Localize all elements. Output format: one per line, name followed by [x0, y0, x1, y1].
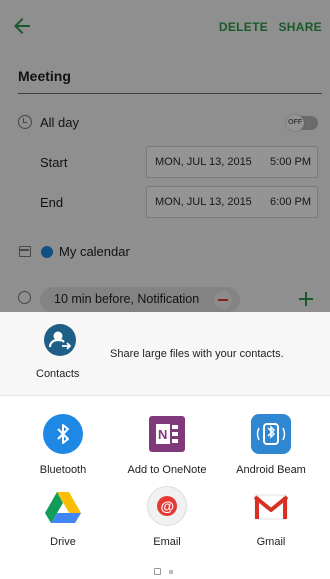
app-label: Gmail	[256, 536, 286, 548]
bluetooth-icon	[43, 414, 83, 454]
app-label: Add to OneNote	[127, 464, 207, 476]
app-label: Email	[153, 536, 181, 548]
app-label: Bluetooth	[39, 464, 87, 476]
page-dot-current	[154, 568, 161, 575]
contacts-share-icon[interactable]	[44, 324, 76, 356]
share-sheet: Contacts Share large files with your con…	[0, 312, 330, 579]
app-label: Drive	[50, 536, 76, 548]
onenote-icon: N	[147, 414, 187, 454]
share-target-email[interactable]: @ Email	[112, 486, 222, 566]
share-target-onenote[interactable]: N Add to OneNote	[112, 414, 222, 494]
svg-text:@: @	[161, 498, 175, 514]
share-target-drive[interactable]: Drive	[8, 486, 118, 566]
page-dot	[169, 570, 173, 574]
direct-share-description: Share large files with your contacts.	[110, 348, 284, 360]
direct-share-row[interactable]: Contacts Share large files with your con…	[0, 312, 330, 396]
svg-text:N: N	[158, 427, 167, 442]
app-label: Android Beam	[236, 464, 306, 476]
gmail-icon	[251, 486, 291, 526]
contacts-label: Contacts	[36, 368, 80, 380]
share-target-android-beam[interactable]: Android Beam	[216, 414, 326, 494]
email-icon: @	[147, 486, 187, 526]
share-target-bluetooth[interactable]: Bluetooth	[8, 414, 118, 494]
share-target-gmail[interactable]: Gmail	[216, 486, 326, 566]
google-drive-icon	[43, 486, 83, 526]
android-beam-icon	[251, 414, 291, 454]
page-indicator	[151, 568, 179, 576]
